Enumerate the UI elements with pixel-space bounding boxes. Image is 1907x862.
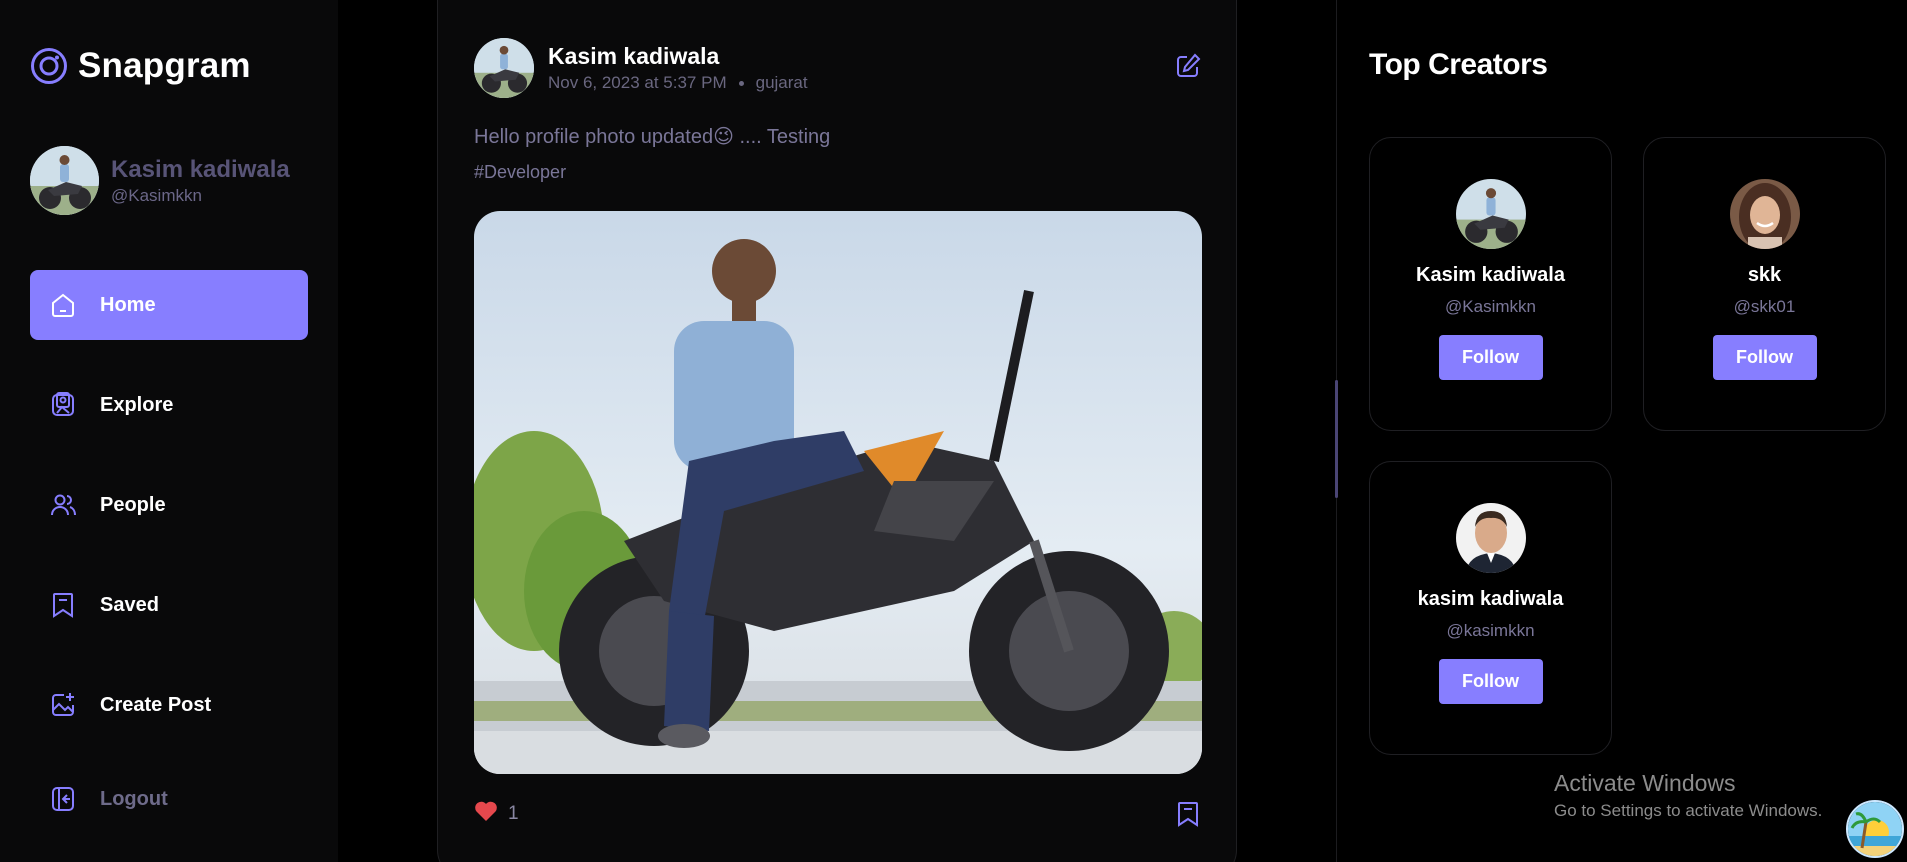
follow-button[interactable]: Follow bbox=[1712, 335, 1817, 380]
creator-card[interactable]: kasim kadiwala @kasimkkn Follow bbox=[1369, 461, 1612, 755]
sidebar-item-saved[interactable]: Saved bbox=[30, 570, 308, 640]
post-caption: Hello profile photo updated😉 .... Testin… bbox=[474, 126, 831, 148]
creator-name: Kasim kadiwala bbox=[1416, 264, 1565, 286]
sidebar-profile[interactable]: Kasim kadiwala @Kasimkkn bbox=[30, 146, 290, 215]
creator-handle: @Kasimkkn bbox=[1445, 297, 1536, 316]
sidebar-item-label: Explore bbox=[100, 393, 174, 416]
snapgram-logo-icon bbox=[31, 48, 67, 84]
sidebar-item-create-post[interactable]: Create Post bbox=[30, 670, 308, 740]
avatar bbox=[30, 146, 99, 215]
sidebar-item-label: Logout bbox=[100, 787, 168, 810]
profile-name: Kasim kadiwala bbox=[111, 155, 290, 183]
windows-activation-watermark: Activate Windows Go to Settings to activ… bbox=[1554, 770, 1822, 821]
follow-button[interactable]: Follow bbox=[1438, 335, 1543, 380]
brand-name: Snapgram bbox=[78, 46, 251, 85]
post-header: Kasim kadiwala Nov 6, 2023 at 5:37 PM gu… bbox=[474, 38, 808, 98]
watermark-subtitle: Go to Settings to activate Windows. bbox=[1554, 801, 1823, 820]
sidebar-item-label: Create Post bbox=[100, 693, 212, 716]
sidebar-item-label: People bbox=[100, 493, 166, 516]
post-stats: 1 bbox=[474, 800, 519, 827]
bookmark-icon bbox=[48, 590, 78, 620]
sidebar-item-home[interactable]: Home bbox=[30, 270, 308, 340]
follow-button[interactable]: Follow bbox=[1438, 659, 1543, 704]
creator-avatar bbox=[1455, 179, 1526, 249]
post-hashtags[interactable]: #Developer bbox=[474, 162, 566, 183]
watermark-title: Activate Windows bbox=[1554, 770, 1736, 796]
creator-name: skk bbox=[1747, 264, 1782, 286]
create-post-icon bbox=[48, 690, 78, 720]
creator-name: kasim kadiwala bbox=[1417, 588, 1564, 610]
creator-handle: @kasimkkn bbox=[1446, 621, 1535, 640]
beach-sticker-icon[interactable] bbox=[1846, 800, 1904, 858]
people-icon bbox=[48, 490, 78, 520]
creator-avatar bbox=[1455, 503, 1526, 573]
creator-avatar bbox=[1729, 179, 1800, 249]
app-root: Snapgram Kasim kadiwala @Kasimkkn Home E… bbox=[0, 0, 1907, 862]
top-creators-title: Top Creators bbox=[1369, 48, 1548, 81]
explore-icon bbox=[48, 390, 78, 420]
profile-handle: @Kasimkkn bbox=[111, 185, 202, 205]
save-post-icon[interactable] bbox=[1174, 800, 1202, 828]
logout-button[interactable]: Logout bbox=[30, 764, 308, 834]
home-icon bbox=[48, 290, 78, 320]
left-sidebar: Snapgram Kasim kadiwala @Kasimkkn Home E… bbox=[0, 0, 338, 862]
sidebar-item-label: Saved bbox=[100, 593, 159, 616]
creator-card[interactable]: skk @skk01 Follow bbox=[1643, 137, 1886, 431]
edit-icon[interactable] bbox=[1174, 52, 1202, 80]
post-author-avatar[interactable] bbox=[474, 38, 534, 98]
creator-card[interactable]: Kasim kadiwala @Kasimkkn Follow bbox=[1369, 137, 1612, 431]
logout-icon bbox=[48, 784, 78, 814]
creator-handle: @skk01 bbox=[1733, 297, 1796, 316]
sidebar-item-explore[interactable]: Explore bbox=[30, 370, 308, 440]
post-author-name[interactable]: Kasim kadiwala bbox=[548, 41, 808, 71]
separator-dot bbox=[738, 80, 744, 86]
post-location: gujarat bbox=[755, 73, 808, 92]
post-card: Kasim kadiwala Nov 6, 2023 at 5:37 PM gu… bbox=[437, 0, 1237, 862]
post-date: Nov 6, 2023 at 5:37 PM bbox=[548, 73, 727, 92]
heart-icon[interactable] bbox=[474, 800, 498, 827]
scrollbar-thumb[interactable] bbox=[1335, 380, 1338, 498]
sidebar-item-people[interactable]: People bbox=[30, 470, 308, 540]
like-count: 1 bbox=[508, 802, 519, 824]
brand-logo[interactable]: Snapgram bbox=[30, 46, 251, 86]
sidebar-item-label: Home bbox=[100, 293, 156, 316]
post-image[interactable] bbox=[474, 211, 1202, 774]
